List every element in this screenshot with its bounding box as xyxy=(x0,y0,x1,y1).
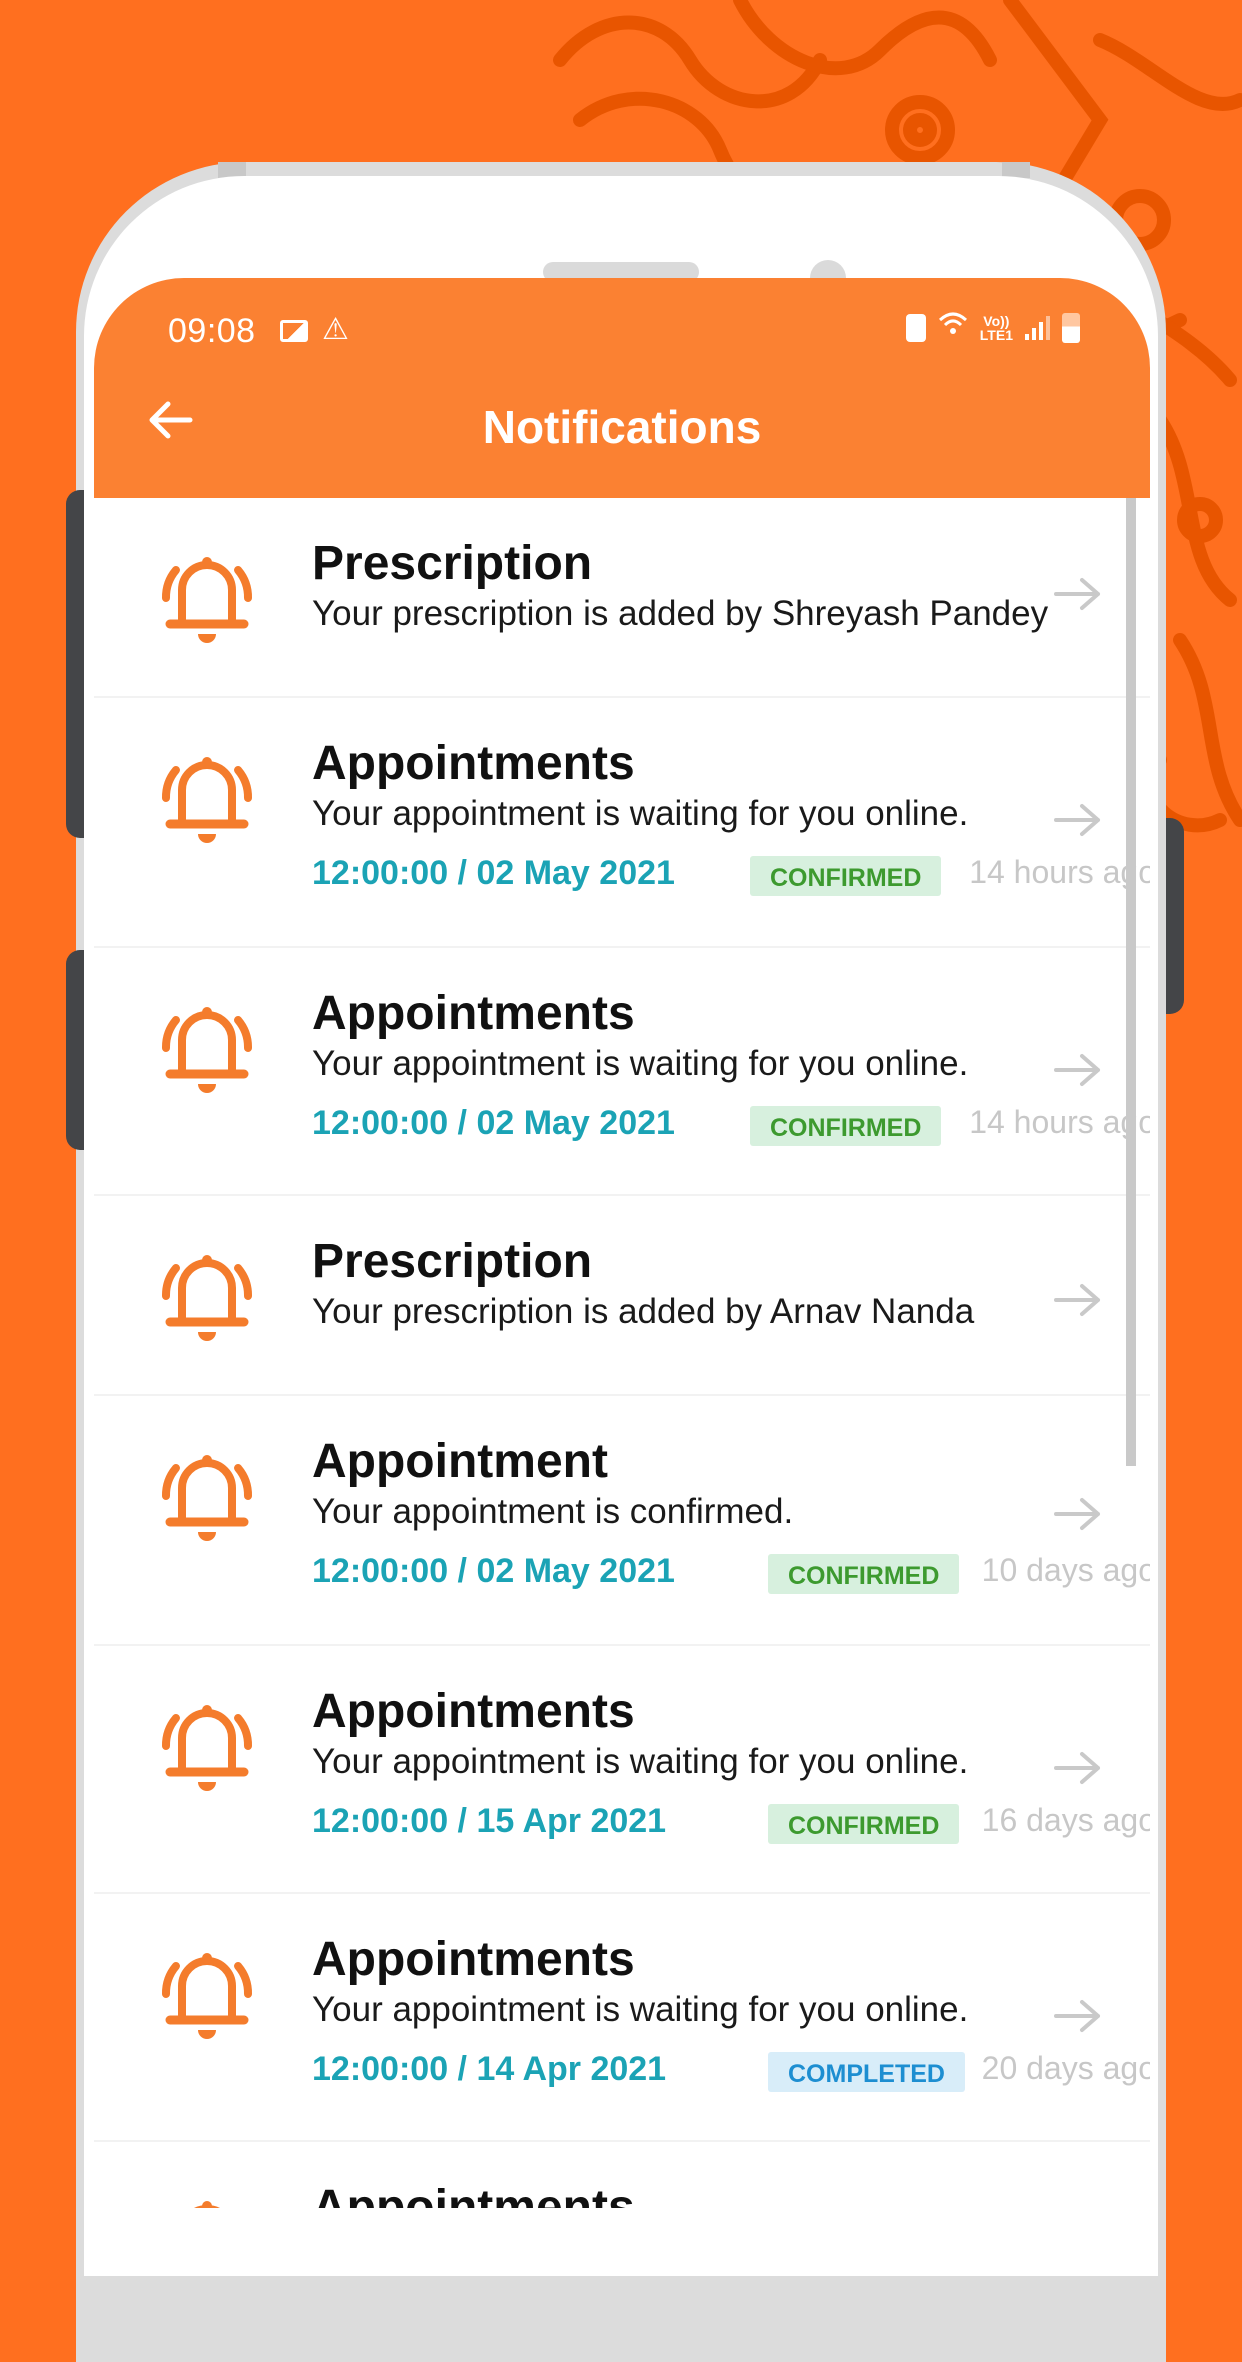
notification-item[interactable]: Appointments xyxy=(94,2142,1150,2208)
notification-title: Appointments xyxy=(312,737,635,790)
notification-item[interactable]: Prescription Your prescription is added … xyxy=(94,498,1150,698)
volte-lte1-icon: Vo)) LTE1 xyxy=(980,314,1013,342)
notification-message: Your appointment is confirmed. xyxy=(312,1492,794,1531)
time-ago: 20 days ago xyxy=(981,2050,1150,2086)
bell-icon xyxy=(152,1936,262,2046)
arrow-right-icon[interactable] xyxy=(1052,800,1104,840)
bell-icon xyxy=(152,1438,262,1548)
notification-item[interactable]: Appointment Your appointment is confirme… xyxy=(94,1396,1150,1646)
notification-title: Appointments xyxy=(312,2181,635,2208)
phone-volume-down-button xyxy=(66,950,84,1150)
notification-message: Your prescription is added by Shreyash P… xyxy=(312,594,1049,633)
wifi-icon xyxy=(938,310,968,345)
lock-icon xyxy=(905,313,926,342)
arrow-right-icon[interactable] xyxy=(1052,1050,1104,1090)
appointment-datetime: 12:00:00 / 14 Apr 2021 xyxy=(312,2050,667,2088)
time-ago: 14 hours ago xyxy=(969,854,1150,890)
arrow-right-icon[interactable] xyxy=(1052,1748,1104,1788)
phone-volume-up-button xyxy=(66,490,84,838)
notification-message: Your appointment is waiting for you onli… xyxy=(312,1742,969,1781)
app-screen: 09:08 ⚠ Vo)) LTE1 Notifications Prescrip… xyxy=(94,278,1150,2208)
phone-power-button xyxy=(1166,818,1184,1014)
notification-message: Your appointment is waiting for you onli… xyxy=(312,1044,969,1083)
status-bar: 09:08 ⚠ Vo)) LTE1 xyxy=(94,298,1150,358)
warning-icon: ⚠ xyxy=(322,313,349,346)
page-title: Notifications xyxy=(482,401,762,453)
bell-icon xyxy=(152,990,262,1100)
notification-title: Appointments xyxy=(312,1933,635,1986)
volte-label: Vo)) xyxy=(983,312,1010,329)
signal-icon xyxy=(1025,315,1050,340)
appointment-datetime: 12:00:00 / 02 May 2021 xyxy=(312,854,675,892)
notification-message: Your appointment is waiting for you onli… xyxy=(312,1990,969,2029)
time-ago: 10 days ago xyxy=(981,1552,1150,1588)
arrow-right-icon[interactable] xyxy=(1052,574,1104,614)
status-badge: CONFIRMED xyxy=(768,1554,960,1594)
status-badge: COMPLETED xyxy=(768,2052,965,2092)
notification-item[interactable]: Appointments Your appointment is waiting… xyxy=(94,948,1150,1196)
notification-item[interactable]: Appointments Your appointment is waiting… xyxy=(94,698,1150,948)
status-badge: CONFIRMED xyxy=(768,1804,960,1844)
bell-icon xyxy=(152,540,262,650)
bell-icon xyxy=(152,1688,262,1798)
notification-item[interactable]: Appointments Your appointment is waiting… xyxy=(94,1646,1150,1894)
notification-title: Appointment xyxy=(312,1435,608,1488)
notification-title: Appointments xyxy=(312,987,635,1040)
time-ago: 16 days ago xyxy=(981,1802,1150,1838)
bell-icon xyxy=(152,2184,262,2208)
status-icons: Vo)) LTE1 xyxy=(905,310,1080,345)
battery-icon xyxy=(1062,312,1080,343)
arrow-right-icon[interactable] xyxy=(1052,1280,1104,1320)
appointment-datetime: 12:00:00 / 02 May 2021 xyxy=(312,1104,675,1142)
lte-label: LTE1 xyxy=(979,326,1013,343)
notification-item[interactable]: Appointments Your appointment is waiting… xyxy=(94,1894,1150,2142)
notification-title: Appointments xyxy=(312,1685,635,1738)
appointment-datetime: 12:00:00 / 02 May 2021 xyxy=(312,1552,675,1590)
notification-list: Prescription Your prescription is added … xyxy=(94,498,1150,2208)
time-ago: 14 hours ago xyxy=(969,1104,1150,1140)
arrow-right-icon[interactable] xyxy=(1052,1996,1104,2036)
status-time: 09:08 xyxy=(168,312,256,350)
notification-message: Your prescription is added by Arnav Nand… xyxy=(312,1292,975,1331)
notification-item[interactable]: Prescription Your prescription is added … xyxy=(94,1196,1150,1396)
notification-title: Prescription xyxy=(312,537,593,590)
app-bar: 09:08 ⚠ Vo)) LTE1 Notifications xyxy=(94,278,1150,498)
arrow-right-icon[interactable] xyxy=(1052,1494,1104,1534)
image-icon xyxy=(280,320,308,342)
notification-message: Your appointment is waiting for you onli… xyxy=(312,794,969,833)
bell-icon xyxy=(152,1238,262,1348)
bell-icon xyxy=(152,740,262,850)
scrollbar[interactable] xyxy=(1126,498,1136,1466)
notification-title: Prescription xyxy=(312,1235,593,1288)
status-badge: CONFIRMED xyxy=(750,1106,942,1146)
appointment-datetime: 12:00:00 / 15 Apr 2021 xyxy=(312,1802,667,1840)
status-badge: CONFIRMED xyxy=(750,856,942,896)
